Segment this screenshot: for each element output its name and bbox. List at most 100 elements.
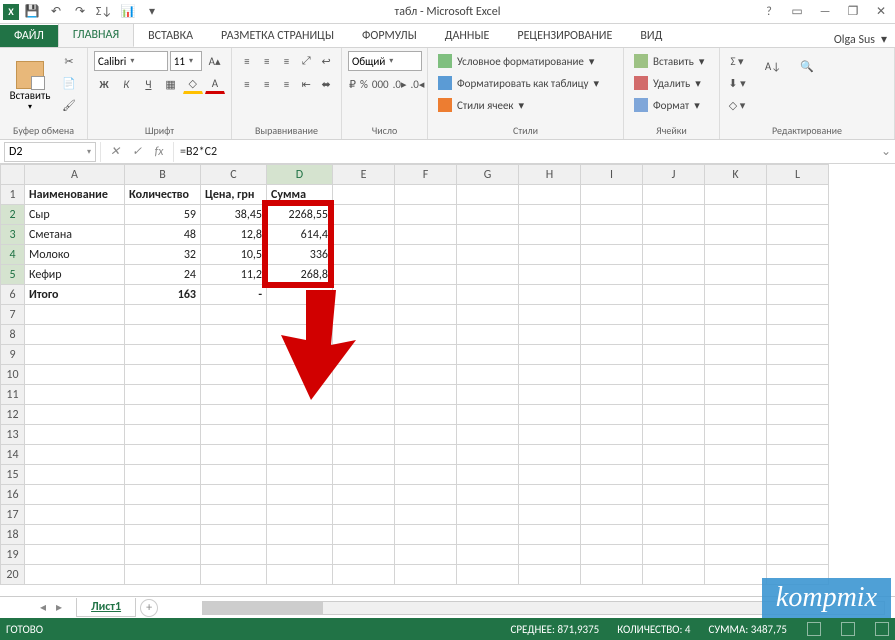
cut-icon[interactable]: ✂ [58, 51, 80, 71]
cell-E16[interactable] [333, 485, 395, 505]
cell-A2[interactable]: Сыр [25, 205, 125, 225]
cell-K2[interactable] [705, 205, 767, 225]
col-header-D[interactable]: D [267, 165, 333, 185]
cell-D16[interactable] [267, 485, 333, 505]
row-header-13[interactable]: 13 [1, 425, 25, 445]
row-header-12[interactable]: 12 [1, 405, 25, 425]
cell-G10[interactable] [457, 365, 519, 385]
cell-E20[interactable] [333, 565, 395, 585]
cell-J20[interactable] [643, 565, 705, 585]
cell-G15[interactable] [457, 465, 519, 485]
cell-L5[interactable] [767, 265, 829, 285]
cell-L8[interactable] [767, 325, 829, 345]
cell-D13[interactable] [267, 425, 333, 445]
cell-G8[interactable] [457, 325, 519, 345]
copy-icon[interactable]: 📄 [58, 73, 80, 93]
cell-K10[interactable] [705, 365, 767, 385]
conditional-formatting-button[interactable]: Условное форматирование ▾ [434, 51, 617, 71]
cell-K16[interactable] [705, 485, 767, 505]
grow-font-icon[interactable]: A▴ [204, 51, 225, 71]
row-header-15[interactable]: 15 [1, 465, 25, 485]
view-layout-icon[interactable] [841, 622, 855, 636]
cell-K12[interactable] [705, 405, 767, 425]
cell-C10[interactable] [201, 365, 267, 385]
cell-I13[interactable] [581, 425, 643, 445]
view-pagebreak-icon[interactable] [875, 622, 889, 636]
cell-H15[interactable] [519, 465, 581, 485]
currency-icon[interactable]: ₽ [348, 74, 357, 94]
col-header-F[interactable]: F [395, 165, 457, 185]
cell-E8[interactable] [333, 325, 395, 345]
name-box[interactable]: D2▾ [4, 142, 96, 162]
cell-A13[interactable] [25, 425, 125, 445]
cell-D10[interactable] [267, 365, 333, 385]
cell-E19[interactable] [333, 545, 395, 565]
cell-E13[interactable] [333, 425, 395, 445]
dec-decimal-icon[interactable]: .0◂ [409, 74, 425, 94]
comma-icon[interactable]: 000 [371, 74, 390, 94]
autosum-icon[interactable]: Σ ▾ [726, 51, 748, 71]
cell-I20[interactable] [581, 565, 643, 585]
cell-K3[interactable] [705, 225, 767, 245]
cell-G14[interactable] [457, 445, 519, 465]
cell-H12[interactable] [519, 405, 581, 425]
cell-L18[interactable] [767, 525, 829, 545]
fx-icon[interactable]: fx [149, 142, 169, 162]
col-header-C[interactable]: C [201, 165, 267, 185]
orientation-icon[interactable]: ⤢ [297, 51, 315, 71]
qat-undo-icon[interactable]: ↶ [45, 1, 67, 23]
cell-F13[interactable] [395, 425, 457, 445]
sheet-tab-active[interactable]: Лист1 [76, 598, 136, 617]
cell-C2[interactable]: 38,45 [201, 205, 267, 225]
cell-C11[interactable] [201, 385, 267, 405]
cell-J11[interactable] [643, 385, 705, 405]
cell-C4[interactable]: 10,5 [201, 245, 267, 265]
tab-insert[interactable]: ВСТАВКА [134, 25, 207, 47]
tab-nav-prev-icon[interactable]: ◂ [40, 600, 46, 615]
cell-C3[interactable]: 12,8 [201, 225, 267, 245]
cell-D15[interactable] [267, 465, 333, 485]
font-name-combo[interactable]: Calibri▾ [94, 51, 168, 71]
cell-I10[interactable] [581, 365, 643, 385]
cell-B6[interactable]: 163 [125, 285, 201, 305]
cell-H8[interactable] [519, 325, 581, 345]
number-format-combo[interactable]: Общий▾ [348, 51, 422, 71]
cell-H17[interactable] [519, 505, 581, 525]
cell-B1[interactable]: Количество [125, 185, 201, 205]
cell-K4[interactable] [705, 245, 767, 265]
cell-F7[interactable] [395, 305, 457, 325]
cell-I19[interactable] [581, 545, 643, 565]
row-header-6[interactable]: 6 [1, 285, 25, 305]
cell-L2[interactable] [767, 205, 829, 225]
cell-D12[interactable] [267, 405, 333, 425]
delete-cells-button[interactable]: Удалить ▾ [630, 73, 713, 93]
tab-view[interactable]: ВИД [626, 25, 676, 47]
cell-I11[interactable] [581, 385, 643, 405]
row-header-2[interactable]: 2 [1, 205, 25, 225]
col-header-I[interactable]: I [581, 165, 643, 185]
cell-J16[interactable] [643, 485, 705, 505]
qat-chart-icon[interactable]: 📊 [117, 1, 139, 23]
cell-E1[interactable] [333, 185, 395, 205]
cell-C16[interactable] [201, 485, 267, 505]
cell-G17[interactable] [457, 505, 519, 525]
cell-L11[interactable] [767, 385, 829, 405]
cell-C14[interactable] [201, 445, 267, 465]
row-header-19[interactable]: 19 [1, 545, 25, 565]
cell-B13[interactable] [125, 425, 201, 445]
italic-button[interactable]: К [116, 74, 136, 94]
cell-G20[interactable] [457, 565, 519, 585]
percent-icon[interactable]: % [359, 74, 369, 94]
insert-cells-button[interactable]: Вставить ▾ [630, 51, 713, 71]
align-top-icon[interactable]: ≡ [238, 51, 256, 71]
cell-L14[interactable] [767, 445, 829, 465]
qat-redo-icon[interactable]: ↷ [69, 1, 91, 23]
cell-E18[interactable] [333, 525, 395, 545]
cell-D7[interactable] [267, 305, 333, 325]
qat-sort-icon[interactable]: Σ↓ [93, 1, 115, 23]
cell-I2[interactable] [581, 205, 643, 225]
cell-L15[interactable] [767, 465, 829, 485]
cell-K11[interactable] [705, 385, 767, 405]
cell-H20[interactable] [519, 565, 581, 585]
cell-I7[interactable] [581, 305, 643, 325]
